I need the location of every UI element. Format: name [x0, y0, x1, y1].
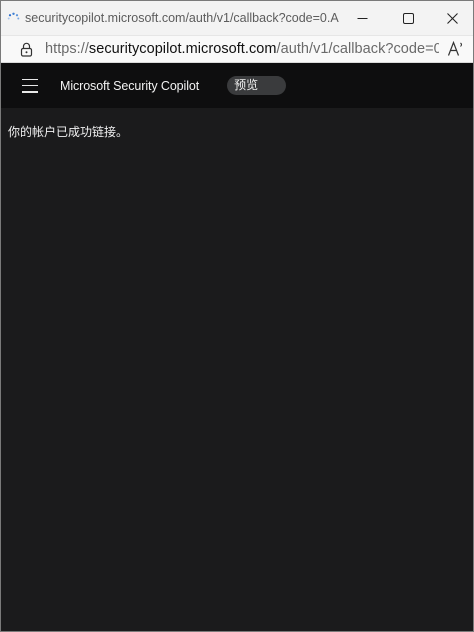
success-message: 你的帐户已成功链接。	[8, 125, 129, 139]
hamburger-menu-icon[interactable]	[22, 78, 40, 93]
close-icon	[446, 12, 458, 24]
maximize-icon	[402, 12, 414, 24]
preview-badge: 预览	[227, 76, 287, 95]
maximize-button[interactable]	[385, 1, 431, 35]
main-content: 你的帐户已成功链接。	[1, 108, 473, 631]
browser-window: securitycopilot.microsoft.com/auth/v1/ca…	[0, 0, 474, 632]
url-host: securitycopilot.microsoft.com	[88, 41, 277, 57]
minimize-button[interactable]	[339, 1, 385, 35]
url-text[interactable]: https://securitycopilot.microsoft.com/au…	[45, 41, 439, 57]
app-header: Microsoft Security Copilot 预览	[1, 63, 473, 108]
lock-icon[interactable]	[17, 40, 35, 58]
title-bar[interactable]: securitycopilot.microsoft.com/auth/v1/ca…	[1, 1, 473, 35]
minimize-icon	[357, 17, 367, 19]
read-aloud-icon[interactable]	[439, 35, 473, 63]
loading-spinner-icon	[6, 11, 20, 25]
url-scheme: https://	[45, 41, 89, 57]
close-button[interactable]	[431, 1, 473, 35]
window-title: securitycopilot.microsoft.com/auth/v1/ca…	[25, 11, 339, 25]
address-bar[interactable]: https://securitycopilot.microsoft.com/au…	[1, 35, 473, 63]
url-path: /auth/v1/callback?code=0...	[276, 41, 439, 57]
app-title[interactable]: Microsoft Security Copilot	[60, 79, 199, 93]
